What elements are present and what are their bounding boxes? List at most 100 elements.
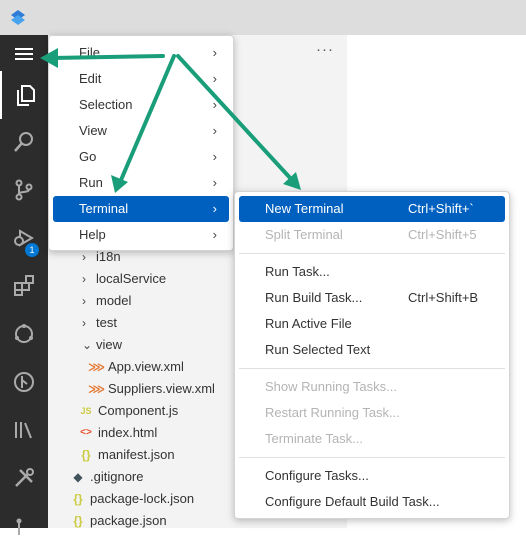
xml-file-icon: ⋙ <box>88 360 106 374</box>
more-icon[interactable] <box>0 502 48 550</box>
tree-item-label: localService <box>96 271 167 286</box>
menu-item-label: Run Task... <box>265 264 330 279</box>
tree-item-label: index.html <box>98 425 158 440</box>
title-bar <box>0 0 526 35</box>
library-icon[interactable] <box>0 406 48 454</box>
menu-item-label: Run Build Task... <box>265 290 363 305</box>
extensions-icon[interactable] <box>0 262 48 310</box>
tree-file-manifest-json[interactable]: {} manifest.json <box>78 444 175 466</box>
menu-item-label: Configure Default Build Task... <box>265 494 440 509</box>
activity-bar: 1 <box>0 35 50 535</box>
menu-item-label: Run Active File <box>265 316 352 331</box>
menu-item-new-terminal[interactable]: New Terminal Ctrl+Shift+` <box>239 196 505 222</box>
chevron-right-icon: › <box>212 97 217 112</box>
explorer-icon[interactable] <box>0 71 50 119</box>
menu-item-label: Terminal <box>79 201 129 216</box>
menu-item-go[interactable]: Go › <box>53 144 229 170</box>
tree-item-label: package.json <box>90 513 167 528</box>
keyboard-shortcut: Ctrl+Shift+B <box>408 290 479 305</box>
tree-folder-view[interactable]: ⌄ view <box>82 334 122 356</box>
debug-badge: 1 <box>25 243 39 257</box>
menu-item-label: Help <box>79 227 106 242</box>
menu-item-edit[interactable]: Edit › <box>53 66 229 92</box>
keyboard-shortcut: Ctrl+Shift+` <box>408 201 474 216</box>
menu-separator <box>239 368 505 369</box>
json-file-icon: {} <box>81 448 91 462</box>
menu-item-configure-tasks[interactable]: Configure Tasks... <box>239 463 505 489</box>
chevron-right-icon: › <box>82 316 86 330</box>
menu-item-run-build-task[interactable]: Run Build Task... Ctrl+Shift+B <box>239 285 505 311</box>
more-actions-icon[interactable]: ··· <box>316 41 334 58</box>
source-control-icon[interactable] <box>0 166 48 214</box>
chevron-right-icon: › <box>212 227 217 242</box>
chevron-right-icon: › <box>82 294 86 308</box>
menu-item-configure-default-build-task[interactable]: Configure Default Build Task... <box>239 489 505 515</box>
tree-item-label: package-lock.json <box>90 491 195 506</box>
menu-item-label: Go <box>79 149 97 164</box>
tree-file-index-html[interactable]: <> index.html <box>78 422 157 444</box>
tree-file-package-lock-json[interactable]: {} package-lock.json <box>70 488 194 510</box>
chevron-right-icon: › <box>212 123 217 138</box>
menu-item-run-active-file[interactable]: Run Active File <box>239 311 505 337</box>
keyboard-shortcut: Ctrl+Shift+5 <box>408 227 477 242</box>
menu-item-terminal[interactable]: Terminal › <box>53 196 229 222</box>
menu-item-label: Edit <box>79 71 102 86</box>
git-graph-icon[interactable] <box>0 358 48 406</box>
terminal-submenu: New Terminal Ctrl+Shift+` Split Terminal C… <box>234 191 510 519</box>
menu-item-view[interactable]: View › <box>53 118 229 144</box>
tree-item-label: Component.js <box>98 403 179 418</box>
menu-item-label: Restart Running Task... <box>265 405 400 420</box>
tree-folder-test[interactable]: › test <box>82 312 117 334</box>
chevron-right-icon: › <box>212 149 217 164</box>
run-debug-icon[interactable]: 1 <box>0 214 48 262</box>
json-file-icon: {} <box>73 492 83 506</box>
menu-item-label: View <box>79 123 107 138</box>
application-menu: File › Edit › Selection › View › Go › Run › Te… <box>48 35 234 251</box>
remote-explorer-icon[interactable] <box>0 310 48 358</box>
tree-file-component-js[interactable]: JS Component.js <box>78 400 178 422</box>
menu-item-file[interactable]: File › <box>53 40 229 66</box>
tree-file-gitignore[interactable]: ◆ .gitignore <box>70 466 143 488</box>
menu-hamburger-icon[interactable] <box>0 35 48 73</box>
menu-separator <box>239 253 505 254</box>
chevron-right-icon: › <box>212 45 217 60</box>
menu-item-label: Run Selected Text <box>265 342 371 357</box>
tree-item-label: model <box>96 293 132 308</box>
menu-item-label: New Terminal <box>265 201 344 216</box>
menu-item-help[interactable]: Help › <box>53 222 229 248</box>
tree-folder-model[interactable]: › model <box>82 290 131 312</box>
git-file-icon: ◆ <box>73 470 83 484</box>
menu-item-run-task[interactable]: Run Task... <box>239 259 505 285</box>
tree-file-package-json[interactable]: {} package.json <box>70 510 167 532</box>
tree-file-app-view-xml[interactable]: ⋙ App.view.xml <box>88 356 184 378</box>
xml-file-icon: ⋙ <box>88 382 106 396</box>
tree-item-label: App.view.xml <box>108 359 184 374</box>
menu-separator <box>239 457 505 458</box>
chevron-right-icon: › <box>212 175 217 190</box>
menu-item-run[interactable]: Run › <box>53 170 229 196</box>
menu-item-label: Show Running Tasks... <box>265 379 397 394</box>
menu-item-label: Configure Tasks... <box>265 468 369 483</box>
menu-item-terminate-task: Terminate Task... <box>239 426 505 452</box>
menu-item-selection[interactable]: Selection › <box>53 92 229 118</box>
tree-item-label: manifest.json <box>98 447 175 462</box>
js-file-icon: JS <box>80 406 92 416</box>
chevron-down-icon: ⌄ <box>82 338 93 352</box>
tree-item-label: Suppliers.view.xml <box>108 381 215 396</box>
tree-item-label: test <box>96 315 117 330</box>
menu-item-label: Run <box>79 175 103 190</box>
menu-item-restart-running-task: Restart Running Task... <box>239 400 505 426</box>
menu-item-label: Selection <box>79 97 133 112</box>
tools-icon[interactable] <box>0 454 48 502</box>
search-icon[interactable] <box>0 118 48 166</box>
tree-file-suppliers-view-xml[interactable]: ⋙ Suppliers.view.xml <box>88 378 215 400</box>
html-file-icon: <> <box>80 427 92 438</box>
vscode-logo-icon <box>11 10 25 25</box>
menu-item-run-selected-text[interactable]: Run Selected Text <box>239 337 505 363</box>
menu-item-show-running-tasks: Show Running Tasks... <box>239 374 505 400</box>
chevron-right-icon: › <box>212 201 217 216</box>
chevron-right-icon: › <box>82 272 86 286</box>
tree-folder-localservice[interactable]: › localService <box>82 268 166 290</box>
menu-item-split-terminal: Split Terminal Ctrl+Shift+5 <box>239 222 505 248</box>
json-file-icon: {} <box>73 514 83 528</box>
